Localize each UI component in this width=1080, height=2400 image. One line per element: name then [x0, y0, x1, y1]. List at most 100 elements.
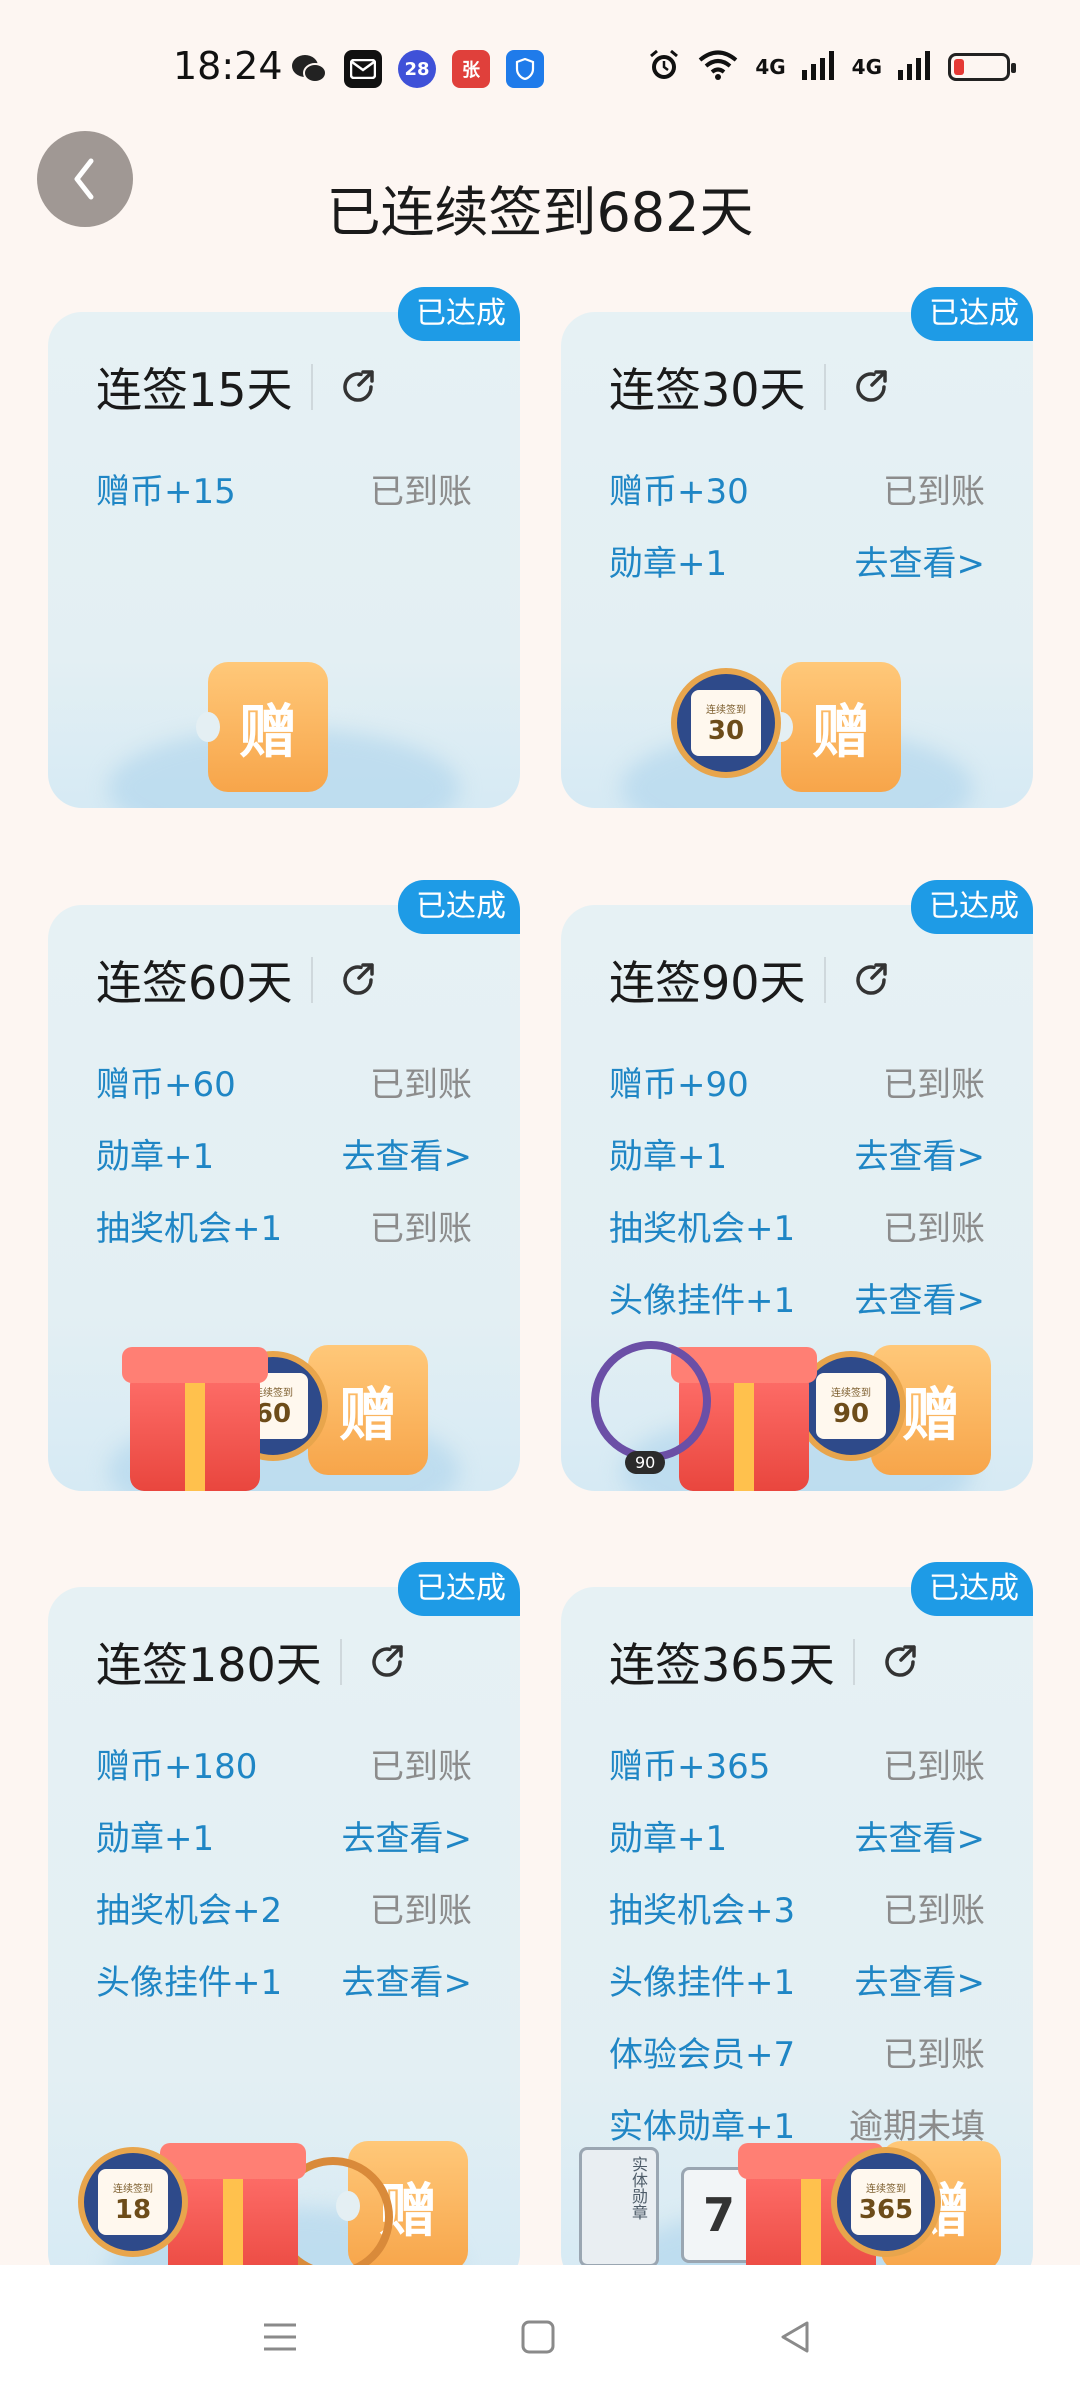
reward-row: 赠币+365 已到账	[609, 1727, 985, 1799]
reward-row: 赠币+30 已到账	[609, 452, 985, 524]
reward-illustration: 赠连续签到 18	[48, 2097, 520, 2287]
gift-box-icon	[122, 1347, 268, 1491]
avatar-frame-tag: 90	[625, 1451, 666, 1474]
reward-label: 体验会员+7	[609, 2034, 796, 2075]
back-triangle-icon[interactable]	[765, 2307, 825, 2367]
reward-list: 赠币+60 已到账勋章+1 去查看> 抽奖机会+1 已到账	[96, 1045, 472, 1261]
reward-label: 勋章+1	[609, 543, 728, 584]
divider	[823, 957, 826, 1003]
card-header: 连签365天	[609, 1629, 921, 1695]
wifi-icon	[697, 49, 739, 85]
milestone-card: 已达成连签15天赠币+15 已到账赠	[48, 287, 520, 808]
achieved-badge: 已达成	[398, 287, 520, 341]
calendar-icon: 28	[398, 50, 436, 88]
reward-row[interactable]: 头像挂件+1 去查看>	[96, 1943, 472, 2015]
achieved-badge: 已达成	[911, 1562, 1033, 1616]
view-link[interactable]: 去查看>	[342, 1811, 473, 1860]
signal-label-2: 4G	[851, 55, 882, 79]
reward-list: 赠币+15 已到账	[96, 452, 472, 524]
reward-list: 赠币+30 已到账勋章+1 去查看>	[609, 452, 985, 596]
mail-icon	[344, 50, 382, 88]
reward-label: 赠币+60	[96, 1064, 236, 1105]
share-icon[interactable]	[852, 960, 892, 1000]
reward-row: 抽奖机会+1 已到账	[609, 1189, 985, 1261]
card-header: 连签90天	[609, 947, 892, 1013]
reward-status: 已到账	[883, 1890, 985, 1931]
reward-status: 已到账	[370, 1890, 472, 1931]
card-header: 连签15天	[96, 354, 379, 420]
share-icon[interactable]	[852, 367, 892, 407]
reward-illustration: 赠连续签到 90 90	[561, 1301, 1033, 1491]
milestone-card: 已达成 连签60天 赠币+60 已到账 勋章+1 去查看> 抽奖机会+1 已到账赠连续签到 60	[48, 880, 520, 1491]
view-link[interactable]: 去查看>	[342, 1129, 473, 1178]
card-title: 连签90天	[609, 956, 806, 1010]
alarm-icon	[647, 48, 681, 86]
divider	[310, 957, 313, 1003]
reward-row[interactable]: 勋章+1 去查看>	[609, 524, 985, 596]
battery-icon	[948, 53, 1016, 81]
reward-label: 头像挂件+1	[609, 1962, 796, 2003]
reward-status: 已到账	[883, 471, 985, 512]
card-title: 连签30天	[609, 363, 806, 417]
card-title: 连签365天	[609, 1638, 835, 1692]
reward-label: 赠币+90	[609, 1064, 749, 1105]
reward-label: 赠币+15	[96, 471, 236, 512]
reward-status: 已到账	[883, 1746, 985, 1787]
reward-row[interactable]: 勋章+1 去查看>	[609, 1117, 985, 1189]
achieved-badge: 已达成	[911, 880, 1033, 934]
reward-label: 抽奖机会+3	[609, 1890, 796, 1931]
reward-list: 赠币+365 已到账 勋章+1 去查看> 抽奖机会+3 已到账 头像挂件+1 去查看> 体验会员…	[609, 1727, 985, 2159]
card-title: 连签15天	[96, 363, 293, 417]
reward-status: 已到账	[883, 1064, 985, 1105]
reward-row: 抽奖机会+1 已到账	[96, 1189, 472, 1261]
divider	[852, 1639, 855, 1685]
reward-list: 赠币+180 已到账 勋章+1 去查看> 抽奖机会+2 已到账 头像挂件+1 去查看>	[96, 1727, 472, 2015]
status-app-icons: 28 张	[290, 50, 544, 88]
share-icon[interactable]	[881, 1642, 921, 1682]
milestone-card: 已达成连签30天赠币+30 已到账勋章+1 去查看> 赠连续签到 30	[561, 287, 1033, 808]
reward-status: 已到账	[370, 1746, 472, 1787]
home-square-icon[interactable]	[508, 2307, 568, 2367]
cell-signal-icon-2	[898, 50, 932, 84]
reward-status: 已到账	[370, 1064, 472, 1105]
view-link[interactable]: 去查看>	[855, 1811, 986, 1860]
view-link[interactable]: 去查看>	[855, 1129, 986, 1178]
share-icon[interactable]	[339, 367, 379, 407]
medal-icon: 连续签到 30	[671, 668, 781, 778]
reward-row[interactable]: 头像挂件+1 去查看>	[609, 1943, 985, 2015]
status-bar: 18:24 28 张 4G 4G	[0, 0, 1080, 140]
card-header: 连签180天	[96, 1629, 408, 1695]
reward-row: 抽奖机会+2 已到账	[96, 1871, 472, 1943]
reward-label: 勋章+1	[96, 1818, 215, 1859]
view-link[interactable]: 去查看>	[855, 1955, 986, 2004]
reward-row: 抽奖机会+3 已到账	[609, 1871, 985, 1943]
reward-row[interactable]: 勋章+1 去查看>	[96, 1117, 472, 1189]
milestone-card: 已达成 连签180天 赠币+180 已到账 勋章+1 去查看> 抽奖机会+2 已到账 头像挂件+…	[48, 1562, 520, 2287]
signal-label-1: 4G	[755, 55, 786, 79]
card-header: 连签60天	[96, 947, 379, 1013]
achieved-badge: 已达成	[398, 1562, 520, 1616]
menu-icon[interactable]	[250, 2307, 310, 2367]
medal-icon: 连续签到 365	[831, 2147, 941, 2257]
reward-illustration: 赠	[48, 618, 520, 808]
reward-label: 赠币+365	[609, 1746, 771, 1787]
milestone-card: 已达成 连签90天 赠币+90 已到账 勋章+1 去查看> 抽奖机会+1 已到账 头像挂件+1 去…	[561, 880, 1033, 1491]
wechat-icon	[290, 50, 328, 88]
page-title: 已连续签到682天	[326, 181, 754, 244]
reward-status: 已到账	[883, 2034, 985, 2075]
physical-medal-box-icon: 实体勋章	[579, 2147, 659, 2267]
reward-row: 赠币+90 已到账	[609, 1045, 985, 1117]
share-icon[interactable]	[368, 1642, 408, 1682]
share-icon[interactable]	[339, 960, 379, 1000]
coin-ticket-icon: 赠	[196, 662, 328, 792]
view-link[interactable]: 去查看>	[342, 1955, 473, 2004]
reward-row[interactable]: 勋章+1 去查看>	[609, 1799, 985, 1871]
view-link[interactable]: 去查看>	[855, 536, 986, 585]
medal-icon: 连续签到 18	[78, 2147, 188, 2257]
zhang-app-icon: 张	[452, 50, 490, 88]
reward-illustration: 赠连续签到 30	[561, 618, 1033, 808]
reward-illustration: 赠连续签到 60	[48, 1301, 520, 1491]
divider	[310, 364, 313, 410]
achieved-badge: 已达成	[911, 287, 1033, 341]
reward-row[interactable]: 勋章+1 去查看>	[96, 1799, 472, 1871]
